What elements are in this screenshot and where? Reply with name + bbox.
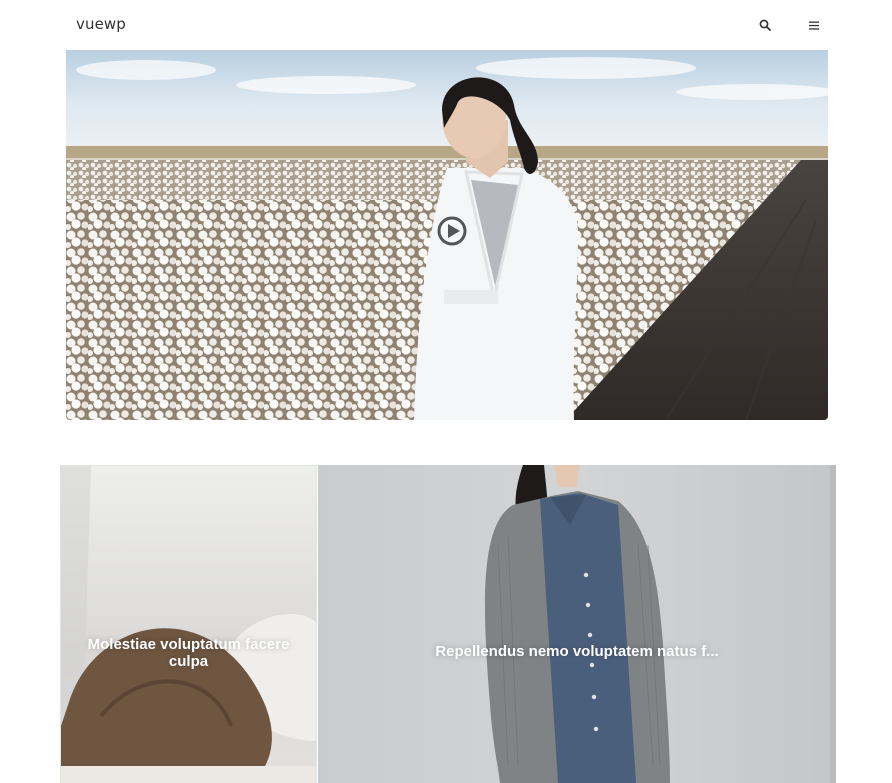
featured-video[interactable] (66, 50, 828, 420)
post-card-2[interactable]: Repellendus nemo voluptatem natus f... (318, 465, 836, 783)
site-header: vuewp (0, 0, 892, 50)
play-icon[interactable] (437, 216, 467, 246)
search-icon (759, 19, 771, 31)
site-logo[interactable]: vuewp (76, 15, 126, 33)
post-card-1[interactable]: Molestiae voluptatum facere culpa (60, 465, 317, 783)
hamburger-menu-icon (809, 21, 819, 30)
post-card-title[interactable]: Repellendus nemo voluptatem natus f... (318, 643, 836, 660)
post-card-title[interactable]: Molestiae voluptatum facere culpa (61, 636, 316, 670)
menu-button[interactable] (805, 16, 823, 34)
search-button[interactable] (756, 16, 774, 34)
post-card-image (318, 465, 836, 783)
post-card-image (61, 466, 316, 783)
